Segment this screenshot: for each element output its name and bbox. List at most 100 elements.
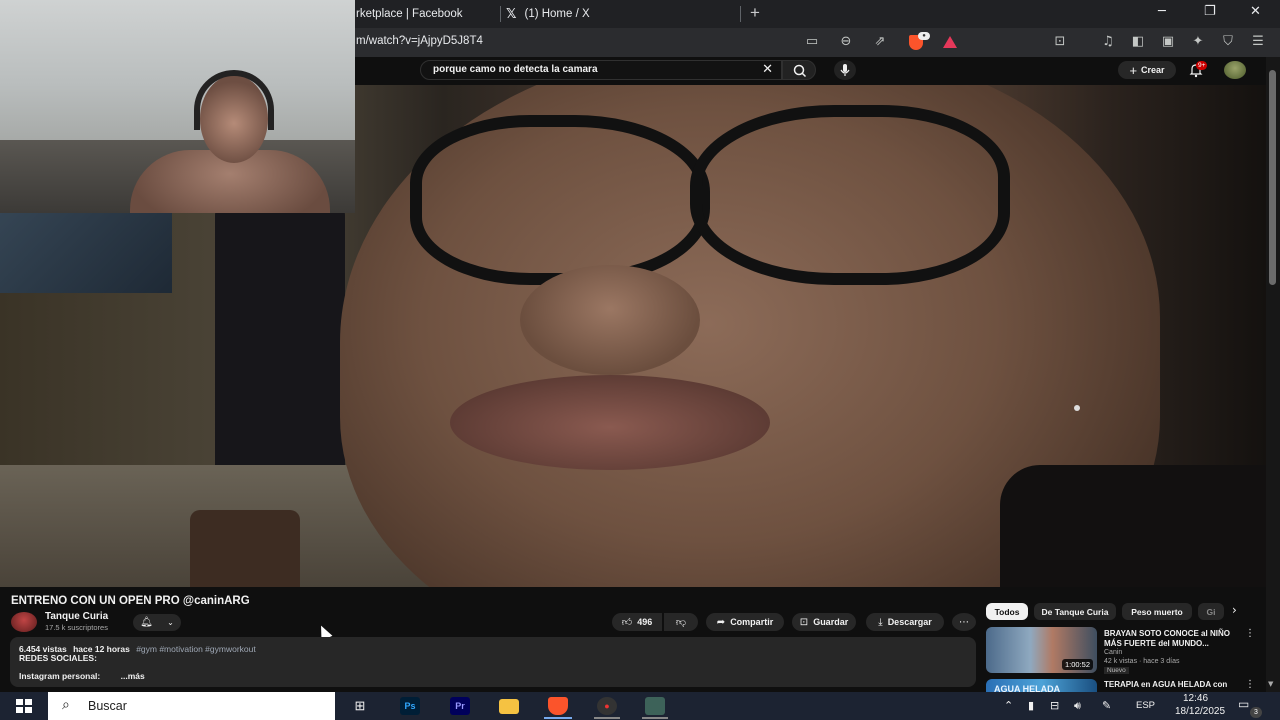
chevron-up-icon[interactable]: ⌃ — [1004, 699, 1013, 712]
dislike-button[interactable]: 👎︎ — [664, 613, 698, 631]
background-mate-cup — [190, 510, 300, 587]
tab-x-home[interactable]: 𝕏 (1) Home / X — [506, 0, 736, 28]
show-more-link[interactable]: ...más — [121, 671, 145, 681]
account-avatar[interactable] — [1224, 61, 1246, 79]
app-icon[interactable]: ● — [597, 697, 617, 715]
close-window-button[interactable]: ✕ — [1250, 4, 1261, 19]
background-monitor — [0, 213, 172, 293]
search-input[interactable]: porque camo no detecta la camara ✕ — [420, 60, 782, 80]
taskbar-search-placeholder: Buscar — [88, 699, 127, 713]
file-explorer-icon[interactable] — [499, 699, 519, 714]
download-button[interactable]: ⤓ Descargar — [866, 613, 944, 631]
taskbar-search[interactable]: ⌕ Buscar — [48, 692, 335, 720]
active-app-indicator — [544, 717, 572, 719]
restore-button[interactable]: ❐ — [1204, 4, 1216, 19]
create-button[interactable]: + Crear — [1118, 61, 1176, 79]
subscription-bell-button[interactable]: 🔔︎ ⌄ — [133, 614, 181, 631]
new-badge: Nuevo — [1104, 667, 1129, 674]
tab-facebook-marketplace[interactable]: rketplace | Facebook — [356, 0, 496, 28]
description-line: Instagram personal: ...más — [19, 671, 145, 681]
more-actions-button[interactable]: ⋯ — [952, 613, 976, 631]
video-duration: 1:00:52 — [1061, 659, 1093, 670]
chip-partial[interactable]: Gi — [1198, 603, 1224, 620]
channel-name[interactable]: Tanque Curia — [45, 611, 108, 622]
share-arrow-icon: ➦ — [716, 616, 726, 628]
like-count: 496 — [637, 617, 653, 627]
screenshot-icon[interactable]: ⊡ — [1052, 34, 1068, 50]
search-icon — [793, 64, 807, 78]
volume-icon[interactable]: 🔊︎ — [1074, 699, 1081, 713]
scrollbar-thumb[interactable] — [1269, 70, 1276, 285]
tab-divider — [740, 6, 741, 22]
task-view-icon[interactable]: ⊞ — [350, 697, 370, 715]
save-button[interactable]: ⊡ Guardar — [792, 613, 856, 631]
scroll-down-arrow-icon[interactable]: ▼ — [1268, 680, 1273, 688]
voice-search-button[interactable] — [834, 60, 856, 80]
clear-search-icon[interactable]: ✕ — [762, 62, 773, 77]
url-field[interactable]: m/watch?v=jAjpyD5J8T4 — [356, 35, 483, 47]
language-indicator[interactable]: ESP — [1136, 700, 1155, 711]
new-tab-button[interactable]: + — [750, 3, 760, 23]
shield-count-badge: ● — [918, 32, 930, 40]
brave-shields-icon[interactable]: ● — [909, 32, 930, 50]
vpn-icon[interactable]: ⛉ — [1220, 34, 1236, 50]
glasses-left-lens — [410, 115, 710, 285]
photoshop-icon[interactable]: Ps — [400, 697, 420, 715]
brave-rewards-icon[interactable] — [943, 36, 957, 48]
device-icon[interactable]: ▮ — [1028, 699, 1034, 712]
zoom-icon[interactable]: ⊖ — [838, 34, 854, 50]
pen-icon[interactable]: ✎ — [1102, 699, 1111, 712]
description-box[interactable]: 6.454 vistas hace 12 horas #gym #motivat… — [10, 637, 976, 687]
chevron-right-icon[interactable]: › — [1232, 603, 1237, 617]
search-button[interactable] — [782, 60, 816, 80]
share-label: Compartir — [730, 617, 774, 627]
video-title: ENTRENO CON UN OPEN PRO @caninARG — [11, 595, 250, 607]
like-button[interactable]: 👍︎ 496 — [612, 613, 662, 631]
windows-start-icon[interactable] — [16, 699, 32, 713]
video-earring — [1074, 405, 1080, 411]
share-button[interactable]: ➦ Compartir — [706, 613, 784, 631]
recommended-channel[interactable]: Canin — [1104, 649, 1122, 656]
channel-subscribers: 17.5 k suscriptores — [45, 623, 108, 632]
recommended-title[interactable]: TERAPIA en AGUA HELADA con SONSOS BANZIO — [1104, 680, 1239, 691]
thumbnail-text: AGUA HELADA — [994, 684, 1061, 692]
clock-time[interactable]: 12:46 — [1183, 693, 1208, 704]
microphone-icon — [840, 64, 850, 76]
premiere-icon[interactable]: Pr — [450, 697, 470, 715]
plus-icon: + — [1129, 62, 1138, 78]
video-nose — [520, 265, 700, 375]
recommended-title[interactable]: BRAYAN SOTO CONOCE al NIÑO MÁS FUERTE de… — [1104, 629, 1239, 649]
network-icon[interactable]: ⊟ — [1050, 699, 1059, 712]
glasses-right-lens — [690, 105, 1010, 285]
sidebar-icon[interactable]: ◧ — [1130, 34, 1146, 50]
channel-avatar[interactable] — [11, 612, 37, 632]
chip-todos[interactable]: Todos — [986, 603, 1028, 620]
hashtags[interactable]: #gym #motivation #gymworkout — [136, 644, 256, 654]
menu-icon[interactable]: ☰ — [1250, 34, 1266, 50]
download-icon: ⤓ — [878, 616, 883, 628]
cast-icon[interactable]: ▭ — [804, 34, 820, 50]
recommended-thumbnail[interactable]: AGUA HELADA — [986, 679, 1097, 692]
minimize-button[interactable]: ─ — [1158, 4, 1166, 19]
tab-label: (1) Home / X — [524, 8, 590, 20]
tab-divider — [500, 6, 501, 22]
more-vertical-icon[interactable]: ⋮ — [1245, 679, 1255, 690]
tab-label: rketplace | Facebook — [356, 8, 463, 20]
x-logo-icon: 𝕏 — [506, 6, 517, 22]
recommended-meta: 42 k vistas · hace 3 días — [1104, 658, 1180, 665]
brave-browser-icon[interactable] — [548, 697, 568, 715]
clock-date[interactable]: 18/12/2025 — [1175, 706, 1225, 717]
download-label: Descargar — [887, 617, 932, 627]
more-vertical-icon[interactable]: ⋮ — [1245, 628, 1255, 639]
leo-ai-icon[interactable]: ✦ — [1190, 34, 1206, 50]
media-icon[interactable]: ♫ — [1100, 34, 1116, 50]
recommended-thumbnail[interactable]: 1:00:52 — [986, 627, 1097, 673]
chevron-down-icon: ⌄ — [167, 618, 174, 627]
share-icon[interactable]: ⇗ — [872, 34, 888, 50]
app-icon[interactable] — [645, 697, 665, 715]
search-query: porque camo no detecta la camara — [433, 64, 598, 75]
wallet-icon[interactable]: ▣ — [1160, 34, 1176, 50]
bookmark-icon: ⊡ — [799, 616, 809, 628]
chip-peso-muerto[interactable]: Peso muerto — [1122, 603, 1192, 620]
chip-de-tanque-curia[interactable]: De Tanque Curia — [1034, 603, 1116, 620]
